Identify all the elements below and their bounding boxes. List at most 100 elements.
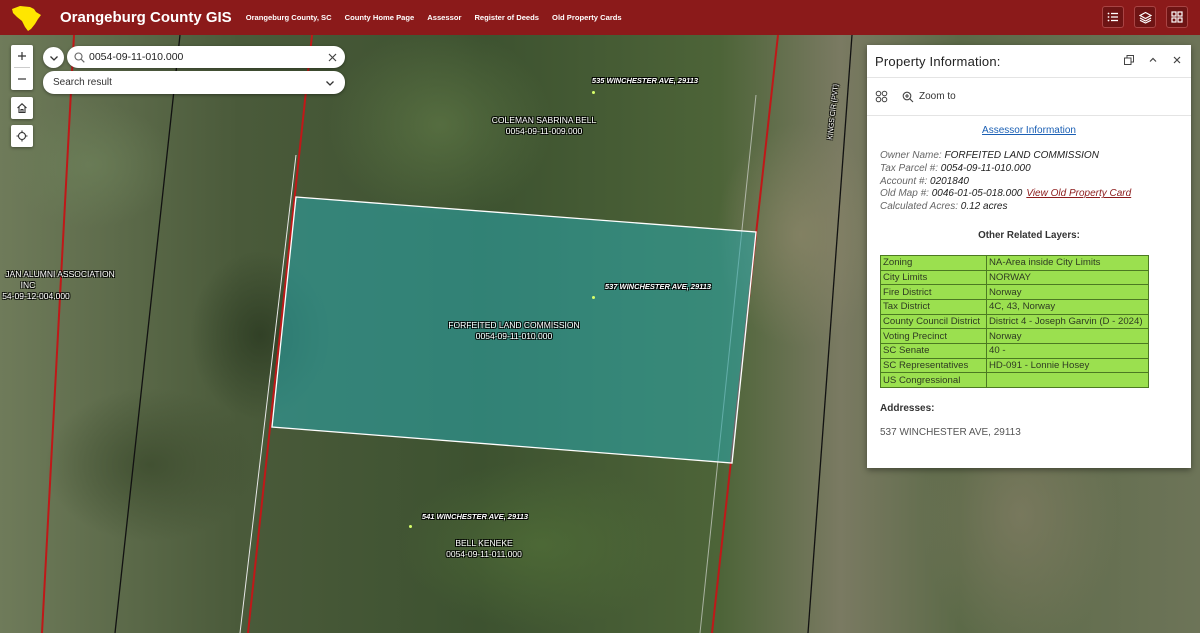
property-info-panel: Property Information: Zoom to Assessor I… [867, 45, 1191, 468]
table-row: Tax District 4C, 43, Norway [880, 299, 1149, 315]
plus-icon [18, 52, 26, 60]
layer-name: SC Senate [880, 343, 987, 359]
map-owner-label: FORFEITED LAND COMMISSION [448, 320, 580, 330]
zoom-to-button[interactable]: Zoom to [902, 91, 956, 103]
owner-label: Owner Name: [880, 150, 942, 161]
layer-value: Norway [986, 284, 1149, 301]
layer-value: NA-Area inside City Limits [986, 254, 1149, 271]
map-parcel-label: 0054-09-11-011.000 [446, 549, 522, 559]
address-point [592, 296, 595, 299]
minus-icon [18, 78, 26, 80]
chevron-down-icon [326, 80, 334, 86]
zoom-in-button[interactable] [11, 45, 33, 67]
old-map-value: 0046-01-05-018.000 [931, 188, 1023, 200]
search-bar [67, 46, 345, 68]
home-icon [17, 103, 27, 114]
layer-value: HD-091 - Lonnie Hosey [986, 357, 1149, 374]
layer-value: Norway [986, 328, 1149, 345]
layer-value: 40 - [986, 343, 1149, 359]
old-map-label: Old Map #: [880, 188, 929, 200]
nav-link-assessor[interactable]: Assessor [427, 13, 461, 22]
layer-name: Tax District [880, 299, 987, 315]
layer-value: 4C, 43, Norway [986, 299, 1149, 315]
account-value: 0201840 [930, 175, 969, 187]
legend-button[interactable] [1102, 6, 1124, 28]
table-row: SC Senate 40 - [880, 343, 1149, 359]
map-parcel-label: 0054-09-11-010.000 [475, 331, 553, 341]
layer-name: US Congressional [880, 372, 987, 389]
map-parcel-label: 0054-09-11-009.000 [505, 126, 583, 136]
nav-link-register-of-deeds[interactable]: Register of Deeds [474, 13, 539, 22]
layer-name: Fire District [880, 284, 987, 301]
search-result-dropdown[interactable]: Search result [43, 71, 345, 94]
related-layers-title: Other Related Layers: [978, 229, 1080, 241]
table-row: Zoning NA-Area inside City Limits [880, 254, 1149, 271]
app-header: Orangeburg County GIS Orangeburg County,… [0, 0, 1200, 35]
parcel-label: Tax Parcel #: [880, 162, 938, 174]
parcel-value: 0054-09-11-010.000 [940, 162, 1031, 174]
zoom-to-icon [902, 91, 914, 102]
map-owner-label: COLEMAN SABRINA BELL [491, 115, 597, 125]
layer-name: SC Representatives [880, 357, 987, 374]
features-icon[interactable] [875, 90, 888, 103]
addresses-title: Addresses: [880, 403, 935, 415]
map-owner-label: INC [20, 280, 36, 290]
search-expand-button[interactable] [43, 47, 64, 68]
acres-value: 0.12 acres [960, 201, 1008, 213]
table-row: Fire District Norway [880, 284, 1149, 301]
app-title[interactable]: Orangeburg County GIS [60, 9, 232, 26]
search-icon [74, 51, 85, 63]
nav-link-old-property-cards[interactable]: Old Property Cards [552, 13, 622, 22]
map-owner-label: JAN ALUMNI ASSOCIATION [5, 269, 115, 279]
close-icon[interactable] [328, 53, 337, 62]
layer-name: County Council District [880, 313, 987, 330]
locate-icon [16, 130, 28, 142]
layer-name: Voting Precinct [880, 328, 987, 345]
table-row: US Congressional [880, 372, 1149, 389]
table-row: Voting Precinct Norway [880, 328, 1149, 345]
panel-title: Property Information: [875, 53, 1001, 69]
layer-value: NORWAY [986, 269, 1149, 286]
chevron-down-icon [49, 55, 58, 61]
layer-value: District 4 - Joseph Garvin (D - 2024) [986, 313, 1149, 330]
grid-icon [1171, 11, 1183, 23]
chevron-up-icon[interactable] [1147, 54, 1159, 66]
layer-value [986, 372, 1149, 389]
old-property-card-link[interactable]: View Old Property Card [1026, 188, 1131, 199]
table-row: SC Representatives HD-091 - Lonnie Hosey [880, 357, 1149, 374]
zoom-out-button[interactable] [11, 68, 33, 90]
layer-name: City Limits [880, 269, 987, 286]
nav-link-county-home[interactable]: County Home Page [345, 13, 415, 22]
south-carolina-logo[interactable] [10, 3, 44, 33]
table-row: County Council District District 4 - Jose… [880, 313, 1149, 330]
address-value: 537 WINCHESTER AVE, 29113 [880, 427, 1021, 439]
basemap-gallery-button[interactable] [1166, 6, 1188, 28]
map-address-label: 537 WINCHESTER AVE, 29113 [604, 282, 712, 291]
list-icon [1107, 12, 1118, 22]
zoom-control [11, 45, 33, 90]
panel-toolbar: Zoom to [867, 78, 1191, 116]
related-layers-table: Zoning NA-Area inside City Limits City Li… [880, 254, 1149, 389]
locate-button[interactable] [11, 125, 33, 147]
dock-icon[interactable] [1123, 54, 1135, 66]
address-point [409, 525, 412, 528]
nav-link-county-sc[interactable]: Orangeburg County, SC [246, 13, 332, 22]
layers-icon [1138, 11, 1152, 24]
map-parcel-label: 54-09-12-004.000 [2, 291, 70, 301]
address-point [592, 91, 595, 94]
layers-button[interactable] [1134, 6, 1156, 28]
map-address-label: 541 WINCHESTER AVE, 29113 [421, 512, 529, 521]
home-button[interactable] [11, 97, 33, 119]
property-details: Owner Name: FORFEITED LAND COMMISSION Ta… [880, 150, 1178, 214]
zoom-to-label: Zoom to [919, 91, 956, 102]
selected-parcel [271, 196, 757, 464]
assessor-info-link[interactable]: Assessor Information [880, 125, 1178, 136]
search-result-label: Search result [53, 77, 112, 88]
layer-name: Zoning [880, 254, 987, 271]
map-owner-label: BELL KENEKE [455, 538, 513, 548]
table-row: City Limits NORWAY [880, 269, 1149, 286]
search-input[interactable] [89, 51, 309, 63]
close-icon[interactable] [1171, 54, 1183, 66]
account-label: Account #: [880, 175, 928, 187]
owner-value: FORFEITED LAND COMMISSION [944, 150, 1099, 161]
